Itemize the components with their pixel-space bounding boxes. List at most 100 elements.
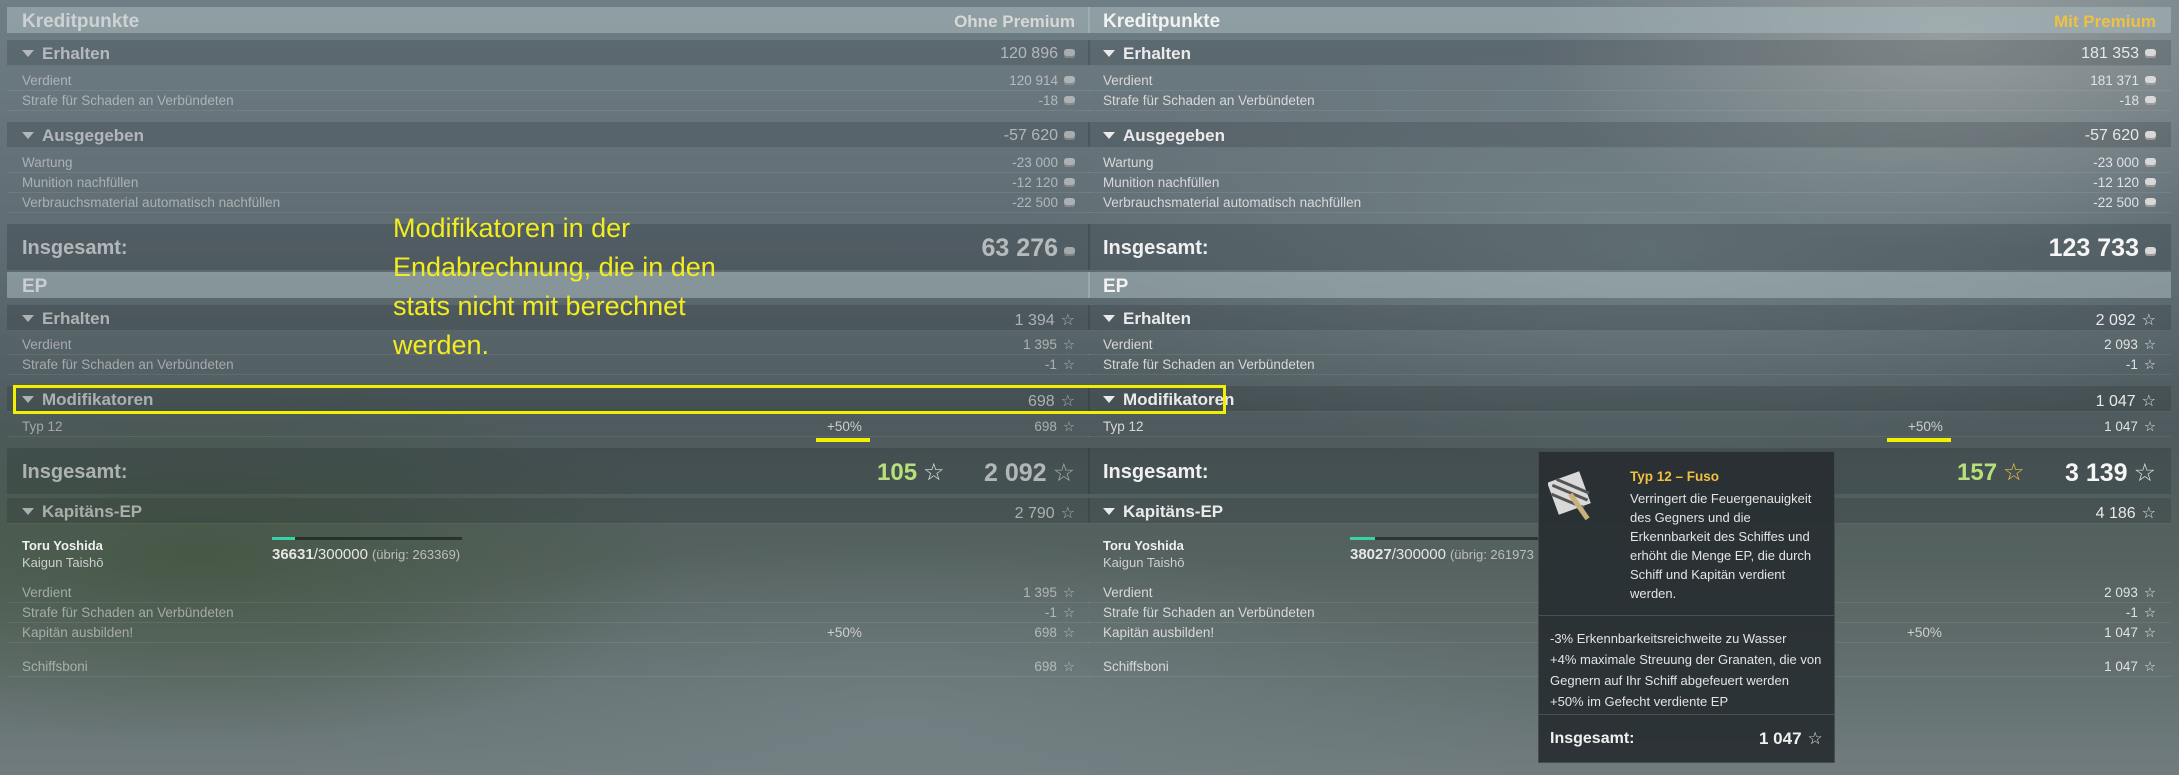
star-icon: ☆: [1062, 357, 1075, 372]
star-icon: ☆: [2143, 337, 2156, 352]
coin-icon: [1064, 131, 1075, 140]
ep-total: Insgesamt: 105 ☆ 2 092 ☆: [7, 448, 1090, 494]
star-icon: ☆: [1062, 605, 1075, 620]
star-icon: ☆: [1060, 505, 1075, 522]
list-item: Wartung -23 000: [7, 153, 1090, 173]
captain-progress-bar: [272, 537, 462, 540]
effect-item: -3% Erkennbarkeitsreichweite zu Wasser: [1550, 631, 1787, 646]
coin-icon: [2145, 131, 2156, 140]
tooltip-description: Verringert die Feuergenauigkeit des Gegn…: [1630, 491, 1812, 601]
list-item: Verdient 1 395 ☆: [7, 583, 1090, 603]
divider: [1539, 714, 1834, 715]
coin-icon: [2145, 178, 2156, 187]
effect-item: +50% im Gefecht verdiente EP: [1550, 694, 1729, 709]
coin-icon: [2145, 49, 2156, 58]
coin-icon: [1064, 49, 1075, 58]
credits-section-header: Kreditpunkte Ohne Premium: [7, 7, 1090, 33]
star-icon: ☆: [2143, 625, 2156, 640]
star-icon: ☆: [1062, 625, 1075, 640]
triangle-down-icon: [22, 315, 34, 322]
captain-name: Toru Yoshida: [1103, 538, 1184, 553]
coin-icon: [1064, 158, 1075, 167]
tooltip-total-value: 1 047: [1759, 729, 1802, 748]
list-item: Verdient 181 371: [1088, 71, 2171, 91]
star-icon: ☆: [1062, 337, 1075, 352]
coin-icon: [1064, 247, 1075, 256]
credits-section-header: Kreditpunkte Mit Premium: [1088, 7, 2171, 33]
premium-mode-label: Ohne Premium: [954, 12, 1075, 31]
list-item: Munition nachfüllen -12 120: [1088, 173, 2171, 193]
list-item: Strafe für Schaden an Verbündeten -18: [1088, 91, 2171, 111]
tooltip-total-label: Insgesamt:: [1550, 730, 1635, 747]
list-item: Strafe für Schaden an Verbündeten -1 ☆: [1088, 355, 2171, 375]
coin-icon: [2145, 158, 2156, 167]
coin-icon: [1064, 198, 1075, 207]
star-icon: ☆: [2143, 357, 2156, 372]
spent-group[interactable]: Ausgegeben -57 620: [1088, 122, 2171, 148]
captain-ep-group[interactable]: Kapitäns-EP 2 790 ☆: [7, 498, 1090, 524]
coin-icon: [1064, 178, 1075, 187]
list-item: Munition nachfüllen -12 120: [7, 173, 1090, 193]
star-icon: ☆: [2143, 585, 2156, 600]
captain-progress-bar: [1350, 537, 1540, 540]
list-item: Strafe für Schaden an Verbündeten -1 ☆: [7, 603, 1090, 623]
star-icon: ☆: [1062, 585, 1075, 600]
modifiers-group[interactable]: Modifikatoren 1 047 ☆: [1088, 386, 2171, 412]
coin-icon: [2145, 198, 2156, 207]
list-item: Verdient 2 093 ☆: [1088, 335, 2171, 355]
coin-icon: [1064, 96, 1075, 105]
star-icon: ☆: [2143, 605, 2156, 620]
coin-icon: [2145, 96, 2156, 105]
list-item: Strafe für Schaden an Verbündeten -18: [7, 91, 1090, 111]
captain-name: Toru Yoshida: [22, 538, 103, 553]
triangle-down-icon: [22, 508, 34, 515]
ship-bonus-row: Schiffsboni 698 ☆: [7, 657, 1090, 677]
earned-group[interactable]: Erhalten 181 353: [1088, 40, 2171, 66]
list-item: Kapitän ausbilden! +50% 698 ☆: [7, 623, 1090, 643]
highlight-underline: [1887, 438, 1951, 442]
star-icon: ☆: [1052, 459, 1075, 487]
list-item: Verdient 120 914: [7, 71, 1090, 91]
captain-rank: Kaigun Taishō: [1103, 555, 1185, 570]
section-title: Kreditpunkte: [22, 11, 140, 32]
star-icon: ☆: [1062, 419, 1075, 434]
star-icon: ☆: [2003, 459, 2025, 486]
highlight-underline: [816, 438, 870, 442]
star-icon: ☆: [2143, 419, 2156, 434]
highlight-box-modifiers: [13, 385, 1226, 414]
star-icon: ☆: [923, 459, 945, 486]
premium-mode-label: Mit Premium: [2053, 12, 2156, 31]
signal-flag-icon: [1548, 471, 1591, 521]
tooltip-title: Typ 12 – Fuso: [1630, 469, 1720, 484]
star-icon: ☆: [2141, 505, 2156, 522]
effect-item: +4% maximale Streuung der Granaten, die …: [1550, 652, 1822, 688]
modifier-item-typ12[interactable]: Typ 12 +50% 698 ☆: [7, 417, 1090, 437]
star-icon: ☆: [1062, 659, 1075, 674]
star-icon: ☆: [1807, 729, 1823, 748]
triangle-down-icon: [22, 132, 34, 139]
list-item: Verbrauchsmaterial automatisch nachfülle…: [1088, 193, 2171, 213]
earned-group[interactable]: Erhalten 120 896: [7, 40, 1090, 66]
triangle-down-icon: [22, 50, 34, 57]
star-icon: ☆: [2143, 659, 2156, 674]
modifier-item-typ12[interactable]: Typ 12 +50% 1 047 ☆: [1088, 417, 2171, 437]
triangle-down-icon: [1103, 50, 1115, 57]
captain-rank: Kaigun Taishō: [22, 555, 104, 570]
coin-icon: [1064, 76, 1075, 85]
modifier-tooltip: Typ 12 – Fuso Verringert die Feuergenaui…: [1538, 451, 1835, 763]
ep-section-header: EP: [1088, 272, 2171, 298]
star-icon: ☆: [2141, 393, 2156, 410]
triangle-down-icon: [1103, 132, 1115, 139]
coin-icon: [2145, 247, 2156, 256]
star-icon: ☆: [2133, 459, 2156, 487]
divider: [1539, 615, 1834, 616]
ep-earned-group[interactable]: Erhalten 2 092 ☆: [1088, 305, 2171, 331]
list-item: Wartung -23 000: [1088, 153, 2171, 173]
tooltip-effects: -3% Erkennbarkeitsreichweite zu Wasser +…: [1550, 628, 1830, 712]
annotation-text: Modifikatoren in der Endabrechnung, die …: [393, 213, 716, 360]
triangle-down-icon: [1103, 315, 1115, 322]
star-icon: ☆: [2141, 312, 2156, 329]
spent-group[interactable]: Ausgegeben -57 620: [7, 122, 1090, 148]
triangle-down-icon: [1103, 508, 1115, 515]
star-icon: ☆: [1060, 312, 1075, 329]
